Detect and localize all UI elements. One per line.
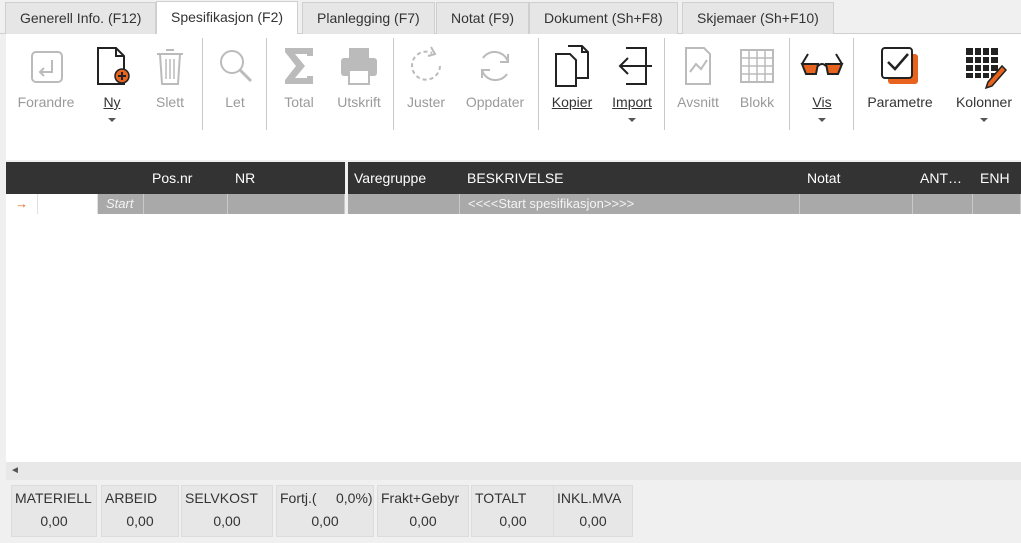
total-materiell: MATERIELL 0,00 <box>11 485 97 537</box>
trash-icon <box>157 49 183 85</box>
total-value: 0,00 <box>499 513 527 529</box>
forandre-button[interactable]: Forandre <box>8 38 84 134</box>
app-window: Generell Info. (F12) Spesifikasjon (F2) … <box>0 0 1021 543</box>
printer-icon <box>341 48 377 85</box>
checkbox-settings-icon <box>881 47 918 84</box>
horizontal-scrollbar[interactable]: ◄ <box>6 462 1021 480</box>
tab-planlegging[interactable]: Planlegging (F7) <box>302 2 435 34</box>
grid-icon <box>740 49 774 83</box>
tab-spesifikasjon[interactable]: Spesifikasjon (F2) <box>156 1 299 34</box>
kolonner-button[interactable]: Kolonner <box>946 38 1021 134</box>
column-header-nr[interactable]: NR <box>235 162 255 194</box>
oppdater-label: Oppdater <box>465 94 525 110</box>
column-splitter[interactable] <box>345 162 348 194</box>
total-value: 0,00 <box>213 513 241 529</box>
table-edit-icon <box>966 48 1008 90</box>
total-label: MATERIELL <box>15 490 92 506</box>
specification-grid: Pos.nr NR Varegruppe BESKRIVELSE Notat A… <box>6 162 1021 462</box>
total-label: Frakt+Gebyr <box>381 490 460 506</box>
row-notat-cell[interactable] <box>800 194 913 214</box>
total-value: 0,00 <box>311 513 339 529</box>
total-label: SELVKOST <box>185 490 258 506</box>
total-arbeid: ARBEID 0,00 <box>101 485 179 537</box>
glasses-icon <box>800 53 844 75</box>
forandre-label: Forandre <box>17 94 75 110</box>
total-label: ARBEID <box>105 490 158 506</box>
row-pointer-icon: → <box>6 194 38 214</box>
row-cell[interactable] <box>38 194 98 214</box>
new-document-icon <box>97 47 130 85</box>
table-row[interactable]: → Start <<<<Start spesifikasjon>>>> <box>6 194 1021 215</box>
total-value: 0,00 <box>579 513 607 529</box>
import-dropdown-caret[interactable] <box>628 118 636 122</box>
tab-label: Dokument (Sh+F8) <box>544 10 663 26</box>
vis-label: Vis <box>812 94 832 110</box>
import-label: Import <box>612 94 652 110</box>
column-header-enh[interactable]: ENH <box>980 162 1010 194</box>
juster-button[interactable]: Juster <box>388 38 464 134</box>
tab-skjemaer[interactable]: Skjemaer (Sh+F10) <box>682 2 834 34</box>
refresh-icon <box>481 50 509 82</box>
column-header-posnr[interactable]: Pos.nr <box>152 162 192 194</box>
row-beskrivelse-cell[interactable]: <<<<Start spesifikasjon>>>> <box>460 194 800 214</box>
tab-dokument[interactable]: Dokument (Sh+F8) <box>529 2 678 34</box>
total-selvkost: SELVKOST 0,00 <box>181 485 273 537</box>
tab-label: Notat (F9) <box>451 10 515 26</box>
kolonner-dropdown-caret[interactable] <box>980 118 988 122</box>
utskrift-label: Utskrift <box>337 94 381 110</box>
refresh-dashed-icon <box>411 46 441 81</box>
total-label: TOTALT <box>475 490 527 506</box>
total-value: 0,00 <box>409 513 437 529</box>
chart-document-icon <box>685 47 711 85</box>
column-header-antall[interactable]: ANT… <box>920 162 962 194</box>
tab-label: Spesifikasjon (F2) <box>171 9 284 25</box>
parametre-label: Parametre <box>867 94 933 110</box>
total-label: INKL.MVA <box>557 490 622 506</box>
juster-label: Juster <box>406 94 446 110</box>
search-icon <box>220 50 253 83</box>
toolbar-separator <box>853 38 854 130</box>
column-header-beskrivelse[interactable]: BESKRIVELSE <box>467 162 564 194</box>
column-header-varegruppe[interactable]: Varegruppe <box>354 162 426 194</box>
edit-icon <box>31 51 63 83</box>
total-value: 0,00 <box>40 513 68 529</box>
oppdater-button[interactable]: Oppdater <box>457 38 533 134</box>
total-label: Fortj.( 0,0%) <box>280 490 373 506</box>
parametre-button[interactable]: Parametre <box>862 38 938 134</box>
tab-label: Skjemaer (Sh+F10) <box>697 10 819 26</box>
toolbar: Forandre Ny Slett Let Total Utskrift Jus… <box>6 34 1021 160</box>
total-fortjeneste: Fortj.( 0,0%) 0,00 <box>276 485 374 537</box>
import-icon <box>618 47 652 85</box>
row-nr-cell[interactable] <box>228 194 345 214</box>
totals-bar: MATERIELL 0,00 ARBEID 0,00 SELVKOST 0,00… <box>6 482 1021 543</box>
column-header-notat[interactable]: Notat <box>807 162 840 194</box>
vis-button[interactable]: Vis <box>784 38 860 134</box>
row-type-cell[interactable]: Start <box>98 194 144 214</box>
row-antall-cell[interactable] <box>913 194 973 214</box>
ny-dropdown-caret[interactable] <box>108 118 116 122</box>
row-varegruppe-cell[interactable] <box>348 194 460 214</box>
copy-icon <box>555 45 589 87</box>
tab-bar: Generell Info. (F12) Spesifikasjon (F2) … <box>0 0 1021 34</box>
scroll-left-icon[interactable]: ◄ <box>10 462 20 480</box>
total-value: 0,00 <box>126 513 154 529</box>
sigma-icon <box>285 48 313 84</box>
row-posnr-cell[interactable] <box>144 194 228 214</box>
total-totalt: TOTALT 0,00 <box>471 485 555 537</box>
tab-label: Planlegging (F7) <box>317 10 420 26</box>
kolonner-label: Kolonner <box>955 94 1013 110</box>
vis-dropdown-caret[interactable] <box>818 118 826 122</box>
import-button[interactable]: Import <box>594 38 670 134</box>
utskrift-button[interactable]: Utskrift <box>321 38 397 134</box>
tab-label: Generell Info. (F12) <box>20 10 142 26</box>
tab-generell-info[interactable]: Generell Info. (F12) <box>5 2 157 34</box>
tab-notat[interactable]: Notat (F9) <box>436 2 530 34</box>
total-frakt-gebyr: Frakt+Gebyr 0,00 <box>377 485 469 537</box>
grid-header: Pos.nr NR Varegruppe BESKRIVELSE Notat A… <box>6 162 1021 194</box>
row-enh-cell[interactable] <box>973 194 1021 214</box>
total-inkl-mva: INKL.MVA 0,00 <box>553 485 633 537</box>
